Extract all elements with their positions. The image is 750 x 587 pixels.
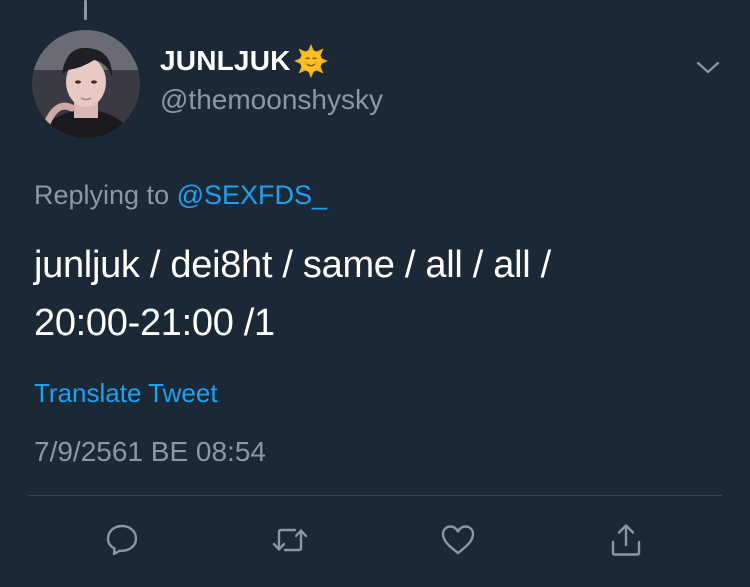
author-name-row[interactable]: JUNLJUK — [160, 44, 329, 78]
more-options-chevron-down-icon[interactable] — [694, 55, 722, 79]
tweet-action-bar — [0, 520, 750, 566]
replying-to-line: Replying to @SEXFDS_ — [34, 180, 327, 211]
avatar[interactable] — [32, 30, 140, 138]
share-upload-icon — [611, 524, 641, 556]
retweet-button[interactable] — [270, 520, 310, 560]
thread-connector-line — [84, 0, 87, 20]
tweet-text-line: junljuk / dei8ht / same / all / all / — [34, 244, 551, 286]
avatar-image — [32, 30, 140, 138]
tweet-timestamp: 7/9/2561 BE 08:54 — [34, 436, 266, 467]
retweet-arrows-icon — [272, 528, 308, 552]
translate-tweet-link[interactable]: Translate Tweet — [34, 378, 218, 409]
display-name[interactable]: JUNLJUK — [160, 45, 291, 77]
user-handle[interactable]: @themoonshysky — [160, 84, 383, 116]
like-button[interactable] — [438, 520, 478, 560]
sun-with-face-emoji-icon — [293, 43, 329, 79]
tweet-text: junljuk / dei8ht / same / all / all / 20… — [34, 236, 694, 352]
heart-icon — [441, 525, 475, 555]
action-bar-divider — [28, 495, 722, 496]
speech-bubble-icon — [106, 524, 138, 556]
replying-to-label: Replying to — [34, 180, 170, 210]
tweet-text-line: 20:00-21:00 /1 — [34, 302, 275, 344]
replying-to-mention-link[interactable]: @SEXFDS_ — [177, 180, 327, 210]
reply-button[interactable] — [102, 520, 142, 560]
share-button[interactable] — [606, 520, 646, 560]
